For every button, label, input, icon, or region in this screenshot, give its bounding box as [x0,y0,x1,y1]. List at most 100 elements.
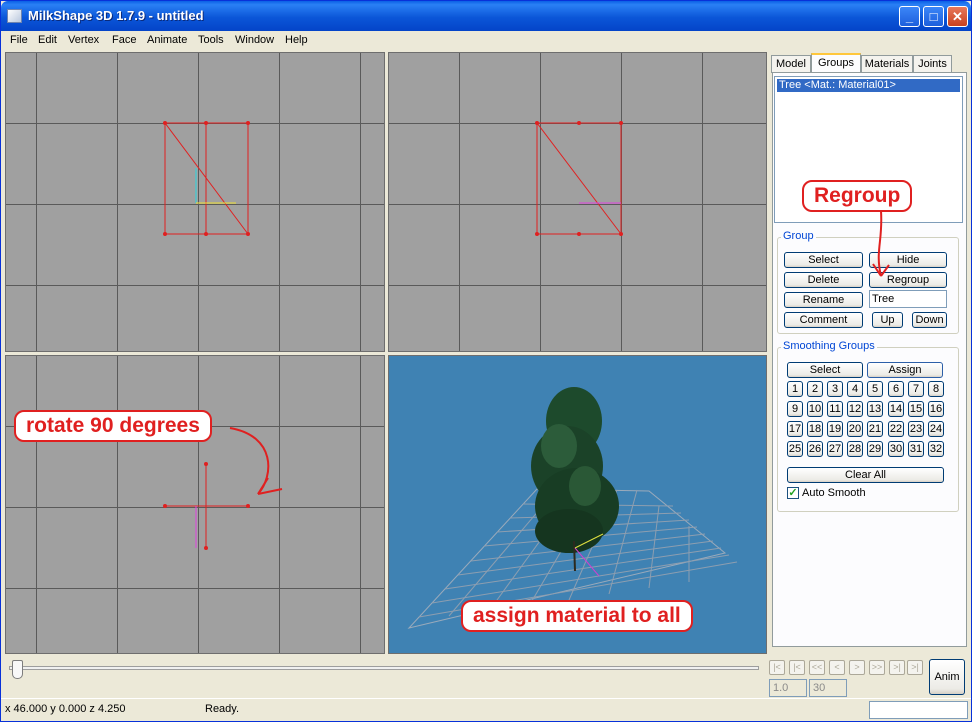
tab-groups[interactable]: Groups [811,53,861,74]
smoothing-group-24-button[interactable]: 24 [928,421,944,437]
last-frame-button[interactable]: >| [907,660,923,675]
group-comment-button[interactable]: Comment [784,312,863,328]
viewport-top[interactable]: rotate 90 degrees [5,355,385,654]
fast-forward-button[interactable]: >> [869,660,885,675]
menu-face[interactable]: Face [112,34,136,46]
timeline-thumb[interactable] [12,660,23,679]
menu-edit[interactable]: Edit [38,34,57,46]
smoothing-group-22-button[interactable]: 22 [888,421,904,437]
smoothing-group-13-button[interactable]: 13 [867,401,883,417]
group-delete-button[interactable]: Delete [784,272,863,288]
wireframe-side [535,121,623,236]
menu-file[interactable]: File [10,34,28,46]
tree-foliage [531,387,619,553]
viewport-front[interactable] [5,52,385,352]
title-bar[interactable]: MilkShape 3D 1.7.9 - untitled _ □ ✕ [1,1,971,31]
viewport-3d[interactable]: assign material to all [388,355,767,654]
group-name-field[interactable]: Tree [869,290,947,308]
smoothing-group-30-button[interactable]: 30 [888,441,904,457]
tab-materials[interactable]: Materials [861,55,913,73]
menu-window[interactable]: Window [235,34,274,46]
smoothing-assign-button[interactable]: Assign [867,362,943,378]
smoothing-group-7-button[interactable]: 7 [908,381,924,397]
menu-vertex[interactable]: Vertex [68,34,99,46]
next-frame-button[interactable]: > [849,660,865,675]
tab-model[interactable]: Model [771,55,811,73]
smoothing-group-31-button[interactable]: 31 [908,441,924,457]
status-message: Ready. [205,703,240,715]
smoothing-group-3-button[interactable]: 3 [827,381,843,397]
smoothing-group-32-button[interactable]: 32 [928,441,944,457]
end-frame-field[interactable]: 30 [809,679,847,697]
window-title: MilkShape 3D 1.7.9 - untitled [28,8,204,23]
menu-tools[interactable]: Tools [198,34,224,46]
group-select-button[interactable]: Select [784,252,863,268]
smoothing-group-26-button[interactable]: 26 [807,441,823,457]
smoothing-group-6-button[interactable]: 6 [888,381,904,397]
menu-animate[interactable]: Animate [147,34,187,46]
smoothing-group-10-button[interactable]: 10 [807,401,823,417]
status-field [869,701,968,719]
smoothing-group-1-button[interactable]: 1 [787,381,803,397]
callout-assign: assign material to all [461,600,693,632]
group-box-label: Group [781,230,816,242]
start-frame-field[interactable]: 1.0 [769,679,807,697]
smoothing-group-25-button[interactable]: 25 [787,441,803,457]
smoothing-group-2-button[interactable]: 2 [807,381,823,397]
viewport-side[interactable] [388,52,767,352]
smoothing-group-5-button[interactable]: 5 [867,381,883,397]
smoothing-group-28-button[interactable]: 28 [847,441,863,457]
minimize-button[interactable]: _ [899,6,920,27]
smoothing-group-8-button[interactable]: 8 [928,381,944,397]
app-window: MilkShape 3D 1.7.9 - untitled _ □ ✕ File… [0,0,972,722]
prev-key-button[interactable]: |< [789,660,805,675]
panel-tabs: Model Groups Materials Joints [771,53,967,74]
next-key-button[interactable]: >| [889,660,905,675]
smoothing-group-4-button[interactable]: 4 [847,381,863,397]
smoothing-group-17-button[interactable]: 17 [787,421,803,437]
wireframe-front [163,121,250,236]
arrow-head [257,477,283,495]
auto-smooth-checkbox[interactable]: ✓ [787,487,799,499]
maximize-button[interactable]: □ [923,6,944,27]
annotation-arrow [229,427,270,495]
anim-button[interactable]: Anim [929,659,965,695]
smoothing-group-12-button[interactable]: 12 [847,401,863,417]
smoothing-group-19-button[interactable]: 19 [827,421,843,437]
auto-smooth-label: Auto Smooth [802,487,866,499]
smoothing-group-9-button[interactable]: 9 [787,401,803,417]
smoothing-group-15-button[interactable]: 15 [908,401,924,417]
prev-frame-button[interactable]: < [829,660,845,675]
menu-bar: File Edit Vertex Face Animate Tools Wind… [1,31,971,50]
smoothing-group-21-button[interactable]: 21 [867,421,883,437]
smoothing-group-29-button[interactable]: 29 [867,441,883,457]
smoothing-group-23-button[interactable]: 23 [908,421,924,437]
group-rename-button[interactable]: Rename [784,292,863,308]
smoothing-group-27-button[interactable]: 27 [827,441,843,457]
list-item[interactable]: Tree <Mat.: Material01> [777,79,960,92]
axis-z [574,547,600,577]
tree-trunk [573,540,576,572]
regroup-arrow [872,210,890,277]
app-icon [7,9,22,23]
smoothing-group-11-button[interactable]: 11 [827,401,843,417]
menu-help[interactable]: Help [285,34,308,46]
rewind-button[interactable]: << [809,660,825,675]
smoothing-group-20-button[interactable]: 20 [847,421,863,437]
timeline-track[interactable] [9,666,759,670]
smoothing-group-16-button[interactable]: 16 [928,401,944,417]
group-up-button[interactable]: Up [872,312,903,328]
smoothing-group-14-button[interactable]: 14 [888,401,904,417]
wireframe-top [163,427,283,550]
status-coordinates: x 46.000 y 0.000 z 4.250 [5,703,126,715]
smoothing-group-18-button[interactable]: 18 [807,421,823,437]
group-down-button[interactable]: Down [912,312,947,328]
callout-rotate: rotate 90 degrees [14,410,212,442]
close-button[interactable]: ✕ [947,6,968,27]
wire-line [536,122,622,235]
tab-joints[interactable]: Joints [913,55,952,73]
smoothing-select-button[interactable]: Select [787,362,863,378]
first-frame-button[interactable]: |< [769,660,785,675]
smoothing-box-label: Smoothing Groups [781,340,877,352]
clear-all-button[interactable]: Clear All [787,467,944,483]
